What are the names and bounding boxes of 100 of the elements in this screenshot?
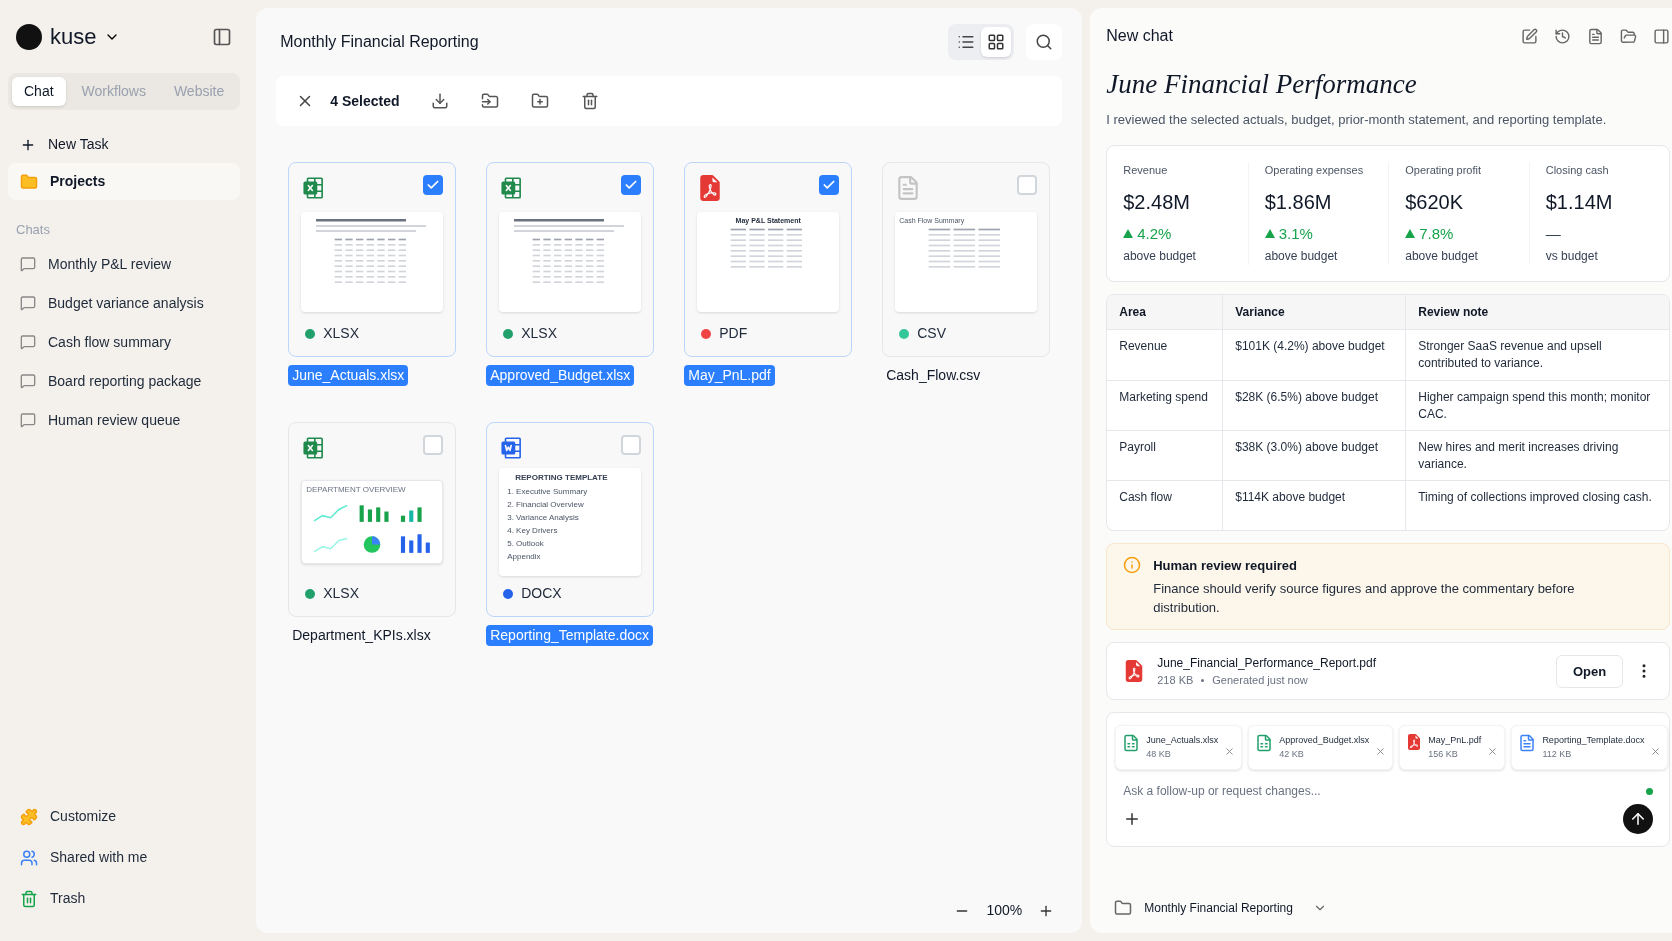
send-button[interactable] bbox=[1623, 804, 1654, 835]
remove-icon[interactable] bbox=[1650, 746, 1662, 758]
report-status: Generated just now bbox=[1212, 673, 1308, 688]
file-type: PDF bbox=[719, 324, 748, 343]
table-cell-text: Cash flow bbox=[1118, 488, 1173, 506]
folder-icon[interactable] bbox=[1620, 27, 1638, 45]
attachment-name: May_PnL.pdf bbox=[1428, 734, 1482, 748]
table-cell: $114K above budget bbox=[1222, 480, 1406, 530]
kpi-label: Closing cash bbox=[1545, 163, 1610, 179]
search-icon bbox=[1035, 33, 1054, 51]
table-cell: Higher campaign spend this month; monitor CAC. bbox=[1405, 380, 1670, 430]
download-icon[interactable] bbox=[431, 92, 450, 110]
file-type: DOCX bbox=[521, 584, 562, 603]
file-name[interactable]: Cash_Flow.csv bbox=[882, 365, 985, 386]
kpi-note: above budget bbox=[1264, 247, 1339, 265]
chat-item[interactable]: Cash flow summary bbox=[8, 325, 241, 359]
trash-icon bbox=[20, 889, 38, 908]
sidebar-toggle-icon[interactable] bbox=[212, 26, 233, 47]
remove-icon[interactable] bbox=[1487, 746, 1499, 758]
file-name[interactable]: Department_KPIs.xlsx bbox=[288, 625, 435, 646]
preview-list-item: 3. Variance Analysis bbox=[507, 512, 580, 524]
preview-list-item: 5. Outlook bbox=[507, 538, 545, 550]
attachment-name: Reporting_Template.docx bbox=[1542, 734, 1645, 748]
remove-icon[interactable] bbox=[1224, 746, 1236, 758]
file-card[interactable]: REPORTING TEMPLATE 1. Executive Summary 2. Financial Overview 3. Variance Analysis 4. Key Drivers 5. Outlook Appendix DOCX bbox=[486, 422, 655, 617]
chat-item[interactable]: Board reporting package bbox=[8, 364, 241, 398]
table-cell-text: Revenue bbox=[1118, 337, 1169, 355]
column-header: Area bbox=[1118, 303, 1147, 321]
table-cell-text: Marketing spend bbox=[1118, 388, 1209, 406]
report-file-name: June_Financial_Performance_Report.pdf bbox=[1157, 655, 1377, 672]
document-icon[interactable] bbox=[1587, 27, 1605, 45]
checkbox[interactable] bbox=[819, 175, 840, 195]
checkbox[interactable] bbox=[1017, 175, 1038, 195]
attachment-size: 48 KB bbox=[1146, 747, 1172, 761]
chat-icon bbox=[20, 412, 36, 428]
nav-item[interactable]: Projects bbox=[8, 163, 241, 200]
preview-list-item: 2. Financial Overview bbox=[507, 499, 585, 511]
checkbox[interactable] bbox=[621, 175, 642, 195]
kpi-change: 4.2% bbox=[1137, 223, 1172, 244]
file-card[interactable]: DEPARTMENT OVERVIEW XLSX bbox=[288, 422, 457, 617]
file-name[interactable]: Approved_Budget.xlsx bbox=[486, 365, 635, 386]
file-name[interactable]: May_PnL.pdf bbox=[684, 365, 775, 386]
history-icon[interactable] bbox=[1554, 27, 1572, 45]
preview-title: REPORTING TEMPLATE bbox=[514, 472, 609, 483]
file-card[interactable]: XLSX bbox=[288, 162, 457, 357]
brand-name: kuse bbox=[50, 23, 97, 51]
project-selector[interactable]: Monthly Financial Reporting bbox=[1106, 899, 1335, 917]
new-task-button[interactable]: New Task bbox=[8, 126, 241, 163]
check-icon bbox=[426, 178, 441, 192]
attachment-name: Approved_Budget.xlsx bbox=[1279, 734, 1370, 748]
sidebar-link[interactable]: Trash bbox=[8, 884, 241, 913]
open-button[interactable]: Open bbox=[1556, 654, 1624, 688]
chat-icon bbox=[20, 295, 36, 311]
sidebar-link[interactable]: Shared with me bbox=[8, 843, 241, 872]
trash-icon[interactable] bbox=[581, 92, 600, 110]
message-input[interactable]: Ask a follow-up or request changes... bbox=[1123, 782, 1647, 801]
sidebar-link[interactable]: Customize bbox=[8, 802, 241, 831]
search-button[interactable] bbox=[1026, 24, 1063, 60]
new-chat-icon[interactable] bbox=[1521, 27, 1539, 45]
chat-icon bbox=[20, 334, 36, 350]
puzzle-icon bbox=[20, 807, 38, 826]
file-name[interactable]: June_Actuals.xlsx bbox=[288, 365, 409, 386]
folder-icon bbox=[1114, 899, 1133, 917]
kpi-label: Operating expenses bbox=[1264, 163, 1365, 179]
table-cell-text: Payroll bbox=[1118, 438, 1157, 456]
grid-view-button[interactable] bbox=[981, 27, 1012, 57]
kpi-label: Operating profit bbox=[1405, 163, 1483, 179]
kpi-note: above budget bbox=[1123, 247, 1197, 265]
panel-toggle-icon[interactable] bbox=[1653, 27, 1671, 45]
chat-item[interactable]: Human review queue bbox=[8, 403, 241, 437]
file-type: XLSX bbox=[323, 324, 360, 343]
preview-list-item: 1. Executive Summary bbox=[507, 486, 589, 498]
file-type: XLSX bbox=[323, 584, 360, 603]
table-cell: New hires and merit increases driving variance. bbox=[1405, 430, 1670, 480]
alert-title: Human review required bbox=[1153, 556, 1298, 575]
chat-item[interactable]: Budget variance analysis bbox=[8, 286, 241, 320]
remove-icon[interactable] bbox=[1375, 746, 1387, 758]
tab[interactable]: Chat bbox=[12, 77, 66, 106]
folder-plus-icon[interactable] bbox=[531, 92, 550, 110]
chat-icon bbox=[20, 373, 36, 389]
grid-icon bbox=[987, 33, 1006, 51]
checkbox[interactable] bbox=[621, 435, 642, 455]
file-card[interactable]: XLSX bbox=[486, 162, 655, 357]
file-name[interactable]: Reporting_Template.docx bbox=[486, 625, 653, 646]
file-type: XLSX bbox=[521, 324, 558, 343]
move-icon[interactable] bbox=[481, 92, 500, 110]
kpi-label: Revenue bbox=[1123, 163, 1169, 179]
table-cell: $101K (4.2%) above budget bbox=[1222, 329, 1406, 380]
preview-list-item: Appendix bbox=[507, 551, 542, 563]
info-icon bbox=[1123, 555, 1142, 574]
spreadsheet-icon bbox=[1122, 734, 1141, 753]
table-cell: $28K (6.5%) above budget bbox=[1222, 380, 1406, 430]
attachment-name: June_Actuals.xlsx bbox=[1146, 734, 1219, 748]
attachment-size: 112 KB bbox=[1542, 747, 1573, 761]
document-icon bbox=[1518, 734, 1537, 753]
check-icon bbox=[624, 178, 639, 192]
people-icon bbox=[20, 848, 38, 867]
chat-item[interactable]: Monthly P&L review bbox=[8, 247, 241, 281]
checkbox[interactable] bbox=[423, 175, 444, 195]
checkbox[interactable] bbox=[423, 435, 444, 455]
